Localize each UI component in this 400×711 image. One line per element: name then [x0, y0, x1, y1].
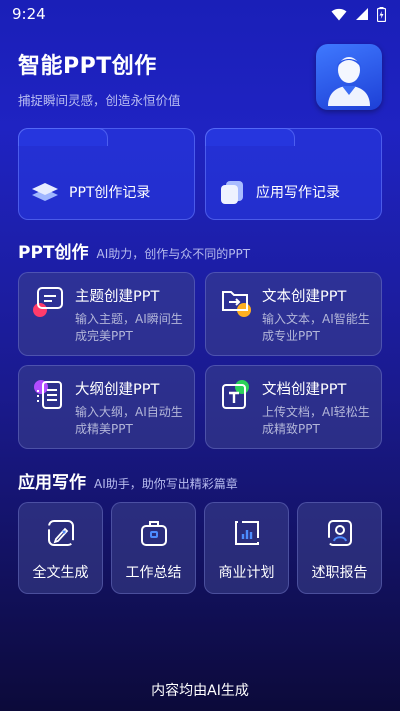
business-plan-button[interactable]: 商业计划: [204, 502, 289, 594]
outline-ppt-card[interactable]: 大纲创建PPT 输入大纲，AI自动生成精美PPT: [18, 365, 195, 449]
outline-list-icon: [33, 379, 63, 409]
full-text-label: 全文生成: [32, 565, 89, 581]
bar-chart-icon: [232, 518, 262, 548]
text-ppt-card[interactable]: 文本创建PPT 输入文本，AI智能生成专业PPT: [205, 272, 382, 356]
pen-document-icon: [46, 518, 76, 548]
avatar[interactable]: [316, 44, 382, 110]
briefcase-icon: [139, 518, 169, 548]
card-title: 大纲创建PPT: [75, 382, 160, 398]
layers-icon: [31, 178, 59, 206]
chat-topic-icon: [33, 286, 63, 317]
work-summary-button[interactable]: 工作总结: [111, 502, 196, 594]
folder-tab: [18, 128, 108, 146]
stacked-cards-icon: [218, 178, 246, 206]
ppt-section-description: AI助力，创作与众不同的PPT: [96, 247, 251, 261]
job-report-button[interactable]: 述职报告: [297, 502, 382, 594]
battery-icon: [377, 6, 386, 22]
header: 智能PPT创作 捕捉瞬间灵感，创造永恒价值: [18, 48, 181, 109]
text-document-icon: [220, 379, 250, 409]
ppt-record-card[interactable]: PPT创作记录: [18, 128, 195, 220]
ppt-section-title: PPT创作: [18, 243, 89, 263]
card-title: 文本创建PPT: [262, 289, 347, 305]
ppt-record-label: PPT创作记录: [69, 185, 151, 201]
card-title: 主题创建PPT: [75, 289, 160, 305]
writing-section-description: AI助手，助你写出精彩篇章: [94, 477, 238, 491]
card-subtitle: 输入文本，AI智能生成专业PPT: [262, 312, 370, 343]
business-plan-label: 商业计划: [218, 565, 275, 581]
status-time: 9:24: [12, 5, 46, 23]
status-icons: [331, 6, 386, 22]
work-summary-label: 工作总结: [125, 565, 182, 581]
wifi-icon: [331, 8, 347, 20]
card-subtitle: 输入大纲，AI自动生成精美PPT: [75, 405, 183, 436]
signal-icon: [356, 8, 368, 20]
card-title: 文档创建PPT: [262, 382, 347, 398]
folder-arrow-icon: [220, 286, 251, 317]
footer-note: 内容均由AI生成: [151, 683, 249, 699]
page-title: 智能PPT创作: [18, 54, 157, 79]
full-text-button[interactable]: 全文生成: [18, 502, 103, 594]
record-cards: PPT创作记录 应用写作记录: [18, 128, 382, 220]
page-subtitle: 捕捉瞬间灵感，创造永恒价值: [18, 93, 181, 108]
job-report-label: 述职报告: [311, 565, 368, 581]
person-report-icon: [325, 518, 355, 548]
card-subtitle: 上传文档，AI轻松生成精致PPT: [262, 405, 370, 436]
document-ppt-card[interactable]: 文档创建PPT 上传文档，AI轻松生成精致PPT: [205, 365, 382, 449]
ppt-section-header: PPT创作 AI助力，创作与众不同的PPT: [18, 238, 250, 263]
status-bar: 9:24: [0, 0, 400, 28]
card-subtitle: 输入主题，AI瞬间生成完美PPT: [75, 312, 183, 343]
writing-record-label: 应用写作记录: [256, 185, 340, 201]
writing-section-title: 应用写作: [18, 473, 86, 493]
writing-section-header: 应用写作 AI助手，助你写出精彩篇章: [18, 468, 238, 493]
writing-record-card[interactable]: 应用写作记录: [205, 128, 382, 220]
writing-items: 全文生成 工作总结 商业计划 述职报告: [18, 502, 382, 594]
topic-ppt-card[interactable]: 主题创建PPT 输入主题，AI瞬间生成完美PPT: [18, 272, 195, 356]
folder-tab: [205, 128, 295, 146]
user-avatar-icon: [328, 57, 370, 106]
